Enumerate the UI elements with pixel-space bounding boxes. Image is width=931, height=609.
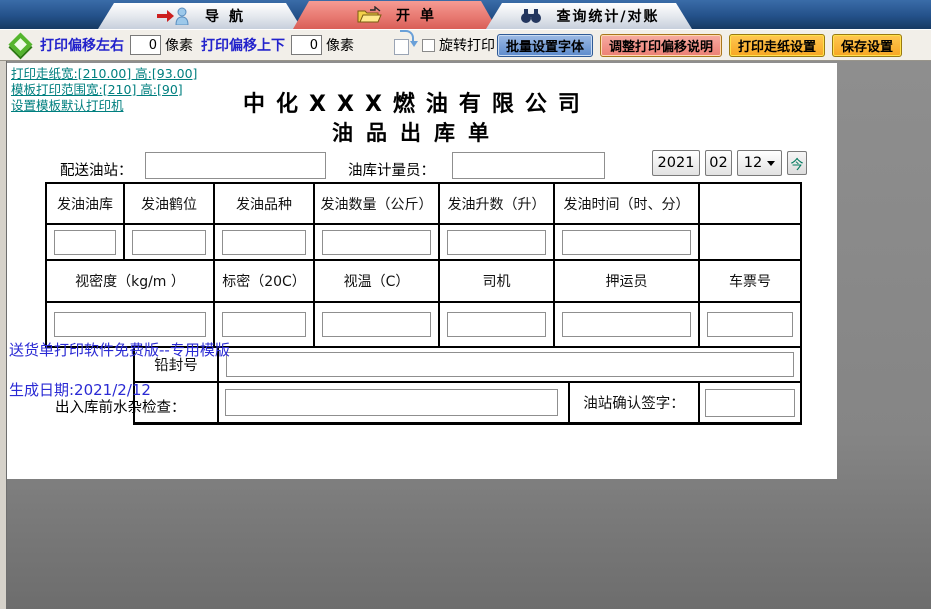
month-value: 02	[709, 155, 728, 171]
rotate-print-icon	[392, 30, 418, 57]
year-value: 2021	[657, 155, 695, 171]
adjust-offset-help-button[interactable]: 调整打印偏移说明	[600, 34, 723, 57]
station-input[interactable]	[145, 152, 326, 179]
batch-set-font-button[interactable]: 批量设置字体	[497, 34, 594, 57]
document-title: 油品出库单	[332, 121, 502, 145]
dropdown-arrow-icon	[767, 160, 776, 166]
time-input[interactable]	[562, 229, 691, 255]
watermark-date-text: 生成日期:2021/2/12	[9, 381, 151, 399]
header-cell: 发油鹤位	[125, 184, 215, 225]
pixel-unit-label: 像素	[165, 38, 193, 54]
save-settings-button[interactable]: 保存设置	[832, 34, 903, 57]
station-label: 配送油站：	[60, 163, 133, 179]
header-cell: 发油品种	[215, 184, 315, 225]
company-name: 中化XXX燃油有限公司	[243, 92, 591, 117]
document-preview-area: 打印走纸宽:[210.00] 高:[93.00] 模板打印范围宽:[210] 高…	[0, 61, 931, 609]
tab-label: 查询统计/对账	[556, 9, 660, 25]
quantity-kg-input[interactable]	[322, 229, 431, 255]
binoculars-icon	[520, 8, 542, 24]
temperature-input[interactable]	[322, 312, 431, 337]
paper-size-link[interactable]: 打印走纸宽:[210.00] 高:[93.00]	[11, 66, 197, 82]
station-sign-label: 油站确认签字：	[570, 383, 700, 422]
offset-lr-label: 打印偏移左右	[40, 38, 124, 54]
header-cell: 视温（C）	[315, 261, 440, 303]
header-cell-empty	[700, 184, 800, 225]
rotate-print-label: 旋转打印	[439, 38, 495, 54]
tab-bar: 导航 开单 查询统计/对账	[0, 0, 931, 29]
toolbar-buttons: 批量设置字体 调整打印偏移说明 打印走纸设置 保存设置	[497, 34, 903, 57]
seal-input[interactable]	[225, 352, 794, 377]
escort-input[interactable]	[562, 312, 691, 337]
header-cell: 发油时间（时、分）	[555, 184, 700, 225]
tab-create-order[interactable]: 开单	[293, 1, 497, 29]
tab-navigation[interactable]: 导航	[98, 3, 302, 29]
tab-query-statistics[interactable]: 查询统计/对账	[486, 3, 692, 29]
print-settings-toolbar: 打印偏移左右 像素 打印偏移上下 像素 旋转打印 批量设置字体 调整打印偏移说明…	[0, 29, 931, 61]
header-cell: 视密度（kg/m ）	[47, 261, 215, 303]
pixel-unit-label: 像素	[326, 38, 354, 54]
header-cell: 押运员	[555, 261, 700, 303]
meter-operator-label: 油库计量员：	[348, 163, 435, 179]
folder-icon	[356, 6, 382, 24]
month-field[interactable]: 02	[705, 150, 732, 176]
depot-input[interactable]	[54, 229, 116, 255]
signoff-table: 铅封号 油站确认签字：	[133, 348, 802, 425]
header-cell: 车票号	[700, 261, 800, 303]
paper-feed-settings-button[interactable]: 打印走纸设置	[729, 34, 826, 57]
offset-ud-label: 打印偏移上下	[201, 38, 285, 54]
density-input[interactable]	[54, 312, 206, 337]
header-cell: 发油升数（升）	[440, 184, 555, 225]
watermark-text: 送货单打印软件免费版--专用模版	[9, 341, 230, 359]
document-page: 打印走纸宽:[210.00] 高:[93.00] 模板打印范围宽:[210] 高…	[7, 63, 837, 479]
ticket-no-input[interactable]	[707, 312, 793, 337]
driver-input[interactable]	[447, 312, 546, 337]
day-value: 12	[743, 155, 763, 171]
today-button[interactable]: 今	[787, 151, 807, 175]
dispatch-table: 发油油库 发油鹤位 发油品种 发油数量（公斤） 发油升数（升） 发油时间（时、分…	[45, 182, 802, 348]
gantry-input[interactable]	[132, 229, 206, 255]
rotate-print-checkbox[interactable]	[422, 38, 435, 52]
tab-label: 导航	[205, 9, 253, 25]
left-panel-edge	[0, 61, 7, 609]
tab-label: 开单	[396, 8, 444, 24]
volume-l-input[interactable]	[447, 229, 546, 255]
header-cell: 司机	[440, 261, 555, 303]
year-field[interactable]: 2021	[652, 150, 700, 176]
std-density-input[interactable]	[222, 312, 306, 337]
water-check-input[interactable]	[225, 389, 558, 416]
offset-lr-input[interactable]	[130, 35, 161, 55]
header-cell: 发油数量（公斤）	[315, 184, 440, 225]
product-input[interactable]	[222, 229, 306, 255]
header-cell: 标密（20C）	[215, 261, 315, 303]
day-field[interactable]: 12	[737, 150, 782, 176]
nav-person-icon	[157, 7, 191, 25]
station-sign-input[interactable]	[705, 388, 795, 417]
date-picker: 2021 02 12 今	[652, 150, 807, 176]
header-cell: 发油油库	[47, 184, 125, 225]
meter-operator-input[interactable]	[452, 152, 605, 179]
offset-ud-input[interactable]	[291, 35, 322, 55]
app-window: 导航 开单 查询统计/对账 打印偏移左右 像素 打印偏移上下	[0, 0, 931, 609]
diamond-icon	[8, 32, 34, 57]
